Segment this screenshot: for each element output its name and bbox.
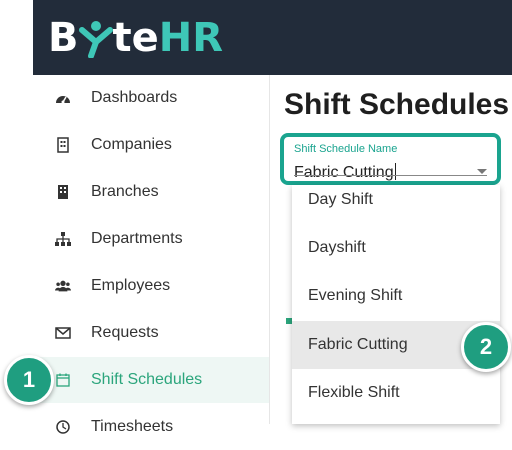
sidebar: Dashboards Companies Branches Department…	[33, 75, 270, 435]
sidebar-item-requests[interactable]: Requests	[33, 310, 269, 356]
shift-dropdown-menu: Day Shift Dayshift Evening Shift Fabric …	[292, 185, 500, 424]
sidebar-item-companies[interactable]: Companies	[33, 122, 269, 168]
step-badge-one: 1	[4, 355, 54, 405]
sidebar-item-label: Dashboards	[91, 89, 178, 106]
sidebar-item-dashboards[interactable]: Dashboards	[33, 75, 269, 121]
logo-te: te	[112, 15, 159, 61]
sidebar-item-label: Branches	[91, 183, 159, 200]
logo-hr: HR	[158, 15, 224, 61]
field-underline	[294, 175, 487, 176]
clock-icon	[55, 419, 71, 435]
sidebar-item-label: Requests	[91, 324, 159, 341]
sidebar-item-label: Departments	[91, 230, 183, 247]
bytehr-logo[interactable]: B te HR	[48, 14, 223, 62]
sidebar-item-departments[interactable]: Departments	[33, 216, 269, 262]
field-label: Shift Schedule Name	[294, 143, 398, 155]
sidebar-item-label: Companies	[91, 136, 172, 153]
text-caret	[394, 163, 396, 180]
option-evening-shift[interactable]: Evening Shift	[292, 272, 500, 320]
sitemap-icon	[55, 231, 71, 247]
dropdown-arrow-icon[interactable]	[477, 169, 487, 174]
shift-schedule-select[interactable]: Shift Schedule Name Fabric Cutting	[280, 133, 501, 185]
logo-b: B	[48, 15, 79, 61]
dashboard-icon	[55, 90, 71, 106]
envelope-icon	[55, 325, 71, 341]
step-badge-two: 2	[461, 322, 511, 372]
sidebar-item-label: Timesheets	[91, 418, 174, 435]
field-value[interactable]: Fabric Cutting	[294, 163, 396, 182]
calendar-icon	[55, 372, 71, 388]
logo-figure-icon	[78, 18, 113, 59]
sidebar-item-employees[interactable]: Employees	[33, 263, 269, 309]
page-title: Shift Schedules	[284, 88, 510, 121]
sidebar-item-label: Shift Schedules	[91, 371, 203, 388]
users-icon	[55, 278, 71, 294]
option-day-shift[interactable]: Day Shift	[292, 185, 500, 224]
sidebar-item-label: Employees	[91, 277, 171, 294]
sidebar-item-timesheets[interactable]: Timesheets	[33, 404, 269, 450]
sidebar-item-shift-schedules[interactable]: Shift Schedules	[33, 357, 269, 403]
branch-building-icon	[55, 184, 71, 200]
building-icon	[55, 137, 71, 153]
option-flexible-shift[interactable]: Flexible Shift	[292, 369, 500, 417]
option-dayshift[interactable]: Dayshift	[292, 224, 500, 272]
sidebar-item-branches[interactable]: Branches	[33, 169, 269, 215]
